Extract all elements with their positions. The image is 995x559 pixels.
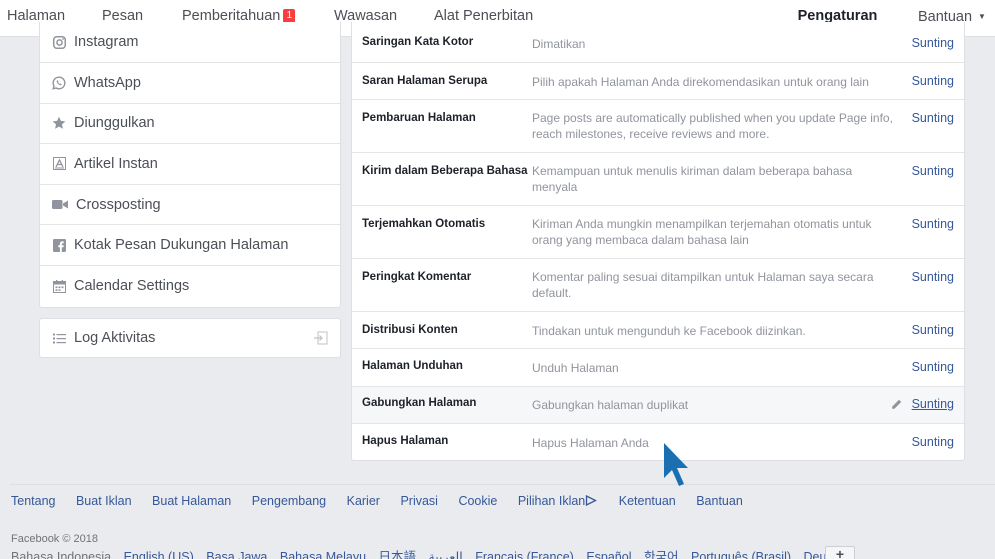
edit-link[interactable]: Sunting xyxy=(912,270,954,284)
edit-link[interactable]: Sunting xyxy=(912,74,954,88)
setting-label: Terjemahkan Otomatis xyxy=(362,218,486,230)
setting-label: Gabungkan Halaman xyxy=(362,397,477,409)
language-list: Bahasa Indonesia English (US) Basa Jawa … xyxy=(11,546,858,559)
footer-link-buat-iklan[interactable]: Buat Iklan xyxy=(76,494,132,508)
language-option[interactable]: Español xyxy=(586,550,631,559)
setting-label: Halaman Unduhan xyxy=(362,360,463,372)
setting-label: Distribusi Konten xyxy=(362,324,458,336)
footer-link-cookie[interactable]: Cookie xyxy=(458,494,497,508)
whatsapp-icon xyxy=(52,76,66,90)
notification-badge: 1 xyxy=(283,9,296,23)
table-row[interactable]: Terjemahkan Otomatis Kiriman Anda mungki… xyxy=(352,206,964,259)
language-option[interactable]: Français (France) xyxy=(475,550,574,559)
pencil-icon xyxy=(892,399,902,409)
table-row[interactable]: Gabungkan Halaman Gabungkan halaman dupl… xyxy=(352,387,964,424)
setting-value: Tindakan untuk mengunduh ke Facebook dii… xyxy=(532,324,806,338)
language-option[interactable]: 日本語 xyxy=(379,550,417,559)
setting-value: Unduh Halaman xyxy=(532,361,619,375)
exit-icon xyxy=(314,331,328,345)
edit-link[interactable]: Sunting xyxy=(912,397,954,411)
setting-label: Saran Halaman Serupa xyxy=(362,75,488,87)
sidebar-item-whatsapp[interactable]: WhatsApp xyxy=(40,63,340,104)
instagram-icon xyxy=(52,35,66,49)
language-current: Bahasa Indonesia xyxy=(11,550,112,559)
footer-link-tentang[interactable]: Tentang xyxy=(11,494,55,508)
sidebar-item-diunggulkan[interactable]: Diunggulkan xyxy=(40,104,340,145)
language-option[interactable]: العربية xyxy=(429,550,463,559)
table-row[interactable]: Halaman Unduhan Unduh Halaman Sunting xyxy=(352,349,964,387)
setting-label: Saringan Kata Kotor xyxy=(362,36,474,48)
sidebar-item-kotak-pesan-dukungan[interactable]: Kotak Pesan Dukungan Halaman xyxy=(40,225,340,266)
footer-link-karier[interactable]: Karier xyxy=(347,494,380,508)
setting-label: Pembaruan Halaman xyxy=(362,112,476,124)
add-language-button[interactable]: + xyxy=(825,546,855,559)
language-option[interactable]: Português (Brasil) xyxy=(691,550,791,559)
mouse-cursor-icon xyxy=(664,443,688,486)
setting-value: Pilih apakah Halaman Anda direkomendasik… xyxy=(532,75,869,89)
list-icon xyxy=(52,331,66,345)
table-row[interactable]: Saringan Kata Kotor Dimatikan Sunting xyxy=(352,22,964,63)
language-option[interactable]: Bahasa Melayu xyxy=(280,550,366,559)
page-settings-table: Saringan Kata Kotor Dimatikan Sunting Sa… xyxy=(351,22,965,461)
edit-link[interactable]: Sunting xyxy=(912,323,954,337)
ad-choices-icon xyxy=(586,494,598,507)
setting-label: Kirim dalam Beberapa Bahasa xyxy=(362,165,528,177)
table-row[interactable]: Pembaruan Halaman Page posts are automat… xyxy=(352,100,964,153)
setting-value: Hapus Halaman Anda xyxy=(532,436,649,450)
instant-article-icon xyxy=(52,157,66,171)
footer-link-ketentuan[interactable]: Ketentuan xyxy=(619,494,676,508)
edit-link[interactable]: Sunting xyxy=(912,36,954,50)
video-camera-icon xyxy=(52,198,68,212)
setting-label: Hapus Halaman xyxy=(362,435,449,447)
star-icon xyxy=(52,116,66,130)
setting-value: Kiriman Anda mungkin menampilkan terjema… xyxy=(532,217,872,247)
facebook-icon xyxy=(52,238,66,252)
edit-link[interactable]: Sunting xyxy=(912,111,954,125)
sidebar-item-artikel-instan[interactable]: Artikel Instan xyxy=(40,144,340,185)
sidebar-item-calendar-settings[interactable]: Calendar Settings xyxy=(40,266,340,307)
footer-link-privasi[interactable]: Privasi xyxy=(400,494,438,508)
copyright: Facebook © 2018 xyxy=(11,533,98,545)
edit-link[interactable]: Sunting xyxy=(912,217,954,231)
table-row[interactable]: Distribusi Konten Tindakan untuk mengund… xyxy=(352,312,964,349)
language-option[interactable]: Basa Jawa xyxy=(206,550,267,559)
setting-value: Komentar paling sesuai ditampilkan untuk… xyxy=(532,270,874,300)
table-row[interactable]: Peringkat Komentar Komentar paling sesua… xyxy=(352,259,964,312)
footer-divider xyxy=(10,484,995,485)
footer-link-pengembang[interactable]: Pengembang xyxy=(252,494,326,508)
table-row[interactable]: Hapus Halaman Hapus Halaman Anda Sunting xyxy=(352,424,964,460)
language-option[interactable]: 한국어 xyxy=(644,550,679,559)
settings-sidebar: Instagram WhatsApp Diunggulkan Artikel I… xyxy=(39,22,341,308)
sidebar-item-crossposting[interactable]: Crossposting xyxy=(40,185,340,226)
language-option[interactable]: English (US) xyxy=(124,550,194,559)
setting-value: Page posts are automatically published w… xyxy=(532,111,893,141)
setting-value: Kemampuan untuk menulis kiriman dalam be… xyxy=(532,164,853,194)
footer-link-bantuan[interactable]: Bantuan xyxy=(696,494,743,508)
setting-value: Dimatikan xyxy=(532,37,586,51)
footer-link-buat-halaman[interactable]: Buat Halaman xyxy=(152,494,231,508)
edit-link[interactable]: Sunting xyxy=(912,435,954,449)
table-row[interactable]: Kirim dalam Beberapa Bahasa Kemampuan un… xyxy=(352,153,964,206)
chevron-down-icon: ▼ xyxy=(978,12,986,21)
setting-label: Peringkat Komentar xyxy=(362,271,472,283)
edit-link[interactable]: Sunting xyxy=(912,164,954,178)
calendar-icon xyxy=(52,279,66,293)
edit-link[interactable]: Sunting xyxy=(912,360,954,374)
table-row[interactable]: Saran Halaman Serupa Pilih apakah Halama… xyxy=(352,63,964,100)
footer-links: Tentang Buat Iklan Buat Halaman Pengemba… xyxy=(11,494,760,508)
footer-link-pilihan-iklan[interactable]: Pilihan Iklan xyxy=(518,494,585,508)
sidebar-item-log-aktivitas[interactable]: Log Aktivitas xyxy=(39,318,341,358)
setting-value: Gabungkan halaman duplikat xyxy=(532,398,689,412)
sidebar-item-instagram[interactable]: Instagram xyxy=(40,22,340,63)
